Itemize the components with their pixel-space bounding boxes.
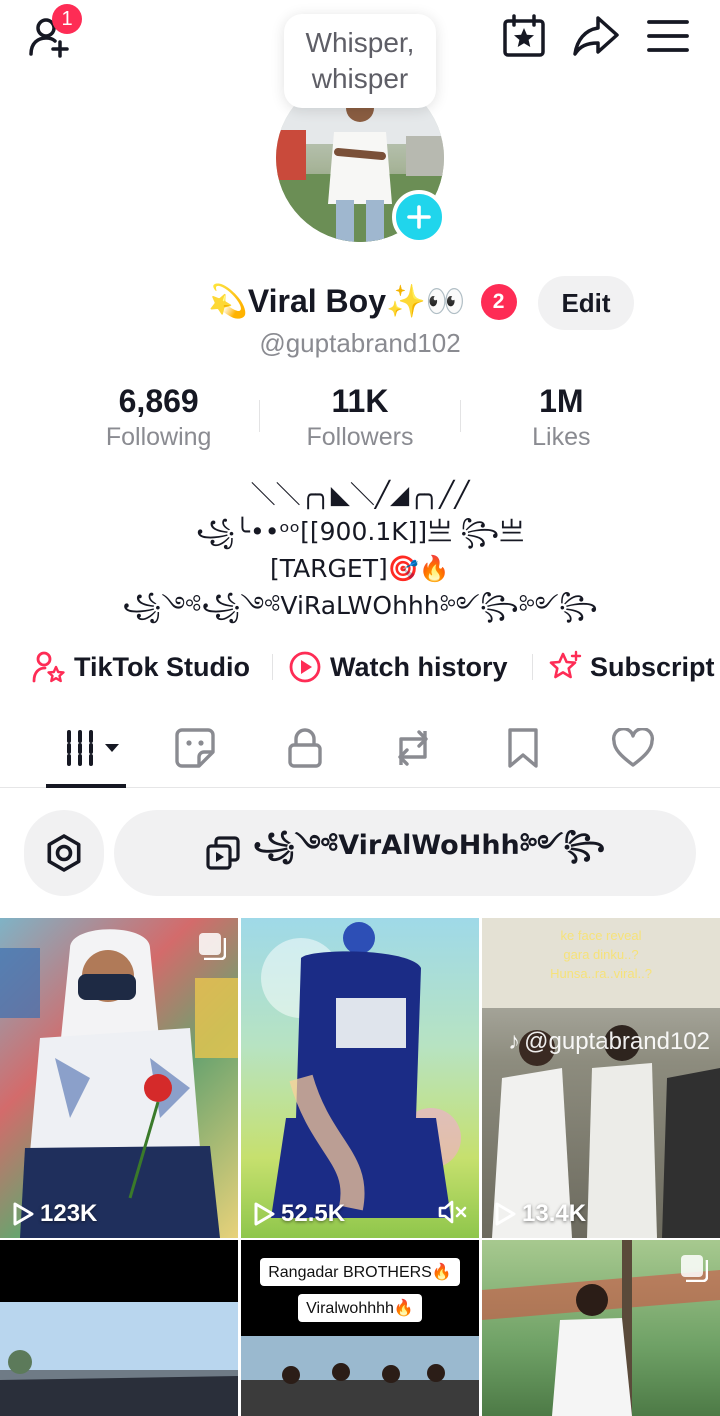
followers-count: 11K: [331, 383, 389, 419]
video-thumbnail[interactable]: [482, 1240, 720, 1416]
video-thumbnail[interactable]: Rangadar BROTHERS🔥 Viralwohhhh🔥: [241, 1240, 479, 1416]
tiktok-note-icon: ♪: [508, 1028, 521, 1055]
heart-icon: [611, 728, 655, 767]
add-avatar-story-button[interactable]: [392, 190, 446, 244]
active-tab-indicator: [46, 784, 126, 788]
play-outline-icon: [254, 1202, 275, 1226]
subscription-shortcut[interactable]: Subscript: [548, 644, 715, 690]
tab-stickers[interactable]: [140, 708, 250, 788]
grid-videos-icon: [67, 730, 119, 766]
thumbnail-image: [261, 922, 461, 1218]
playlist-filter-row: ꧁༺VirAlWoHhh༻꧂: [0, 808, 720, 898]
watch-history-shortcut[interactable]: Watch history: [288, 644, 508, 690]
display-name: 💫Viral Boy✨👀 2: [208, 282, 517, 320]
video-thumbnail[interactable]: 52.5K: [241, 918, 479, 1238]
menu-button[interactable]: [640, 8, 696, 64]
multi-photo-icon: [681, 1255, 708, 1282]
playlist-chip[interactable]: ꧁༺VirAlWoHhh༻꧂: [114, 810, 696, 896]
tab-private[interactable]: [250, 708, 360, 788]
hamburger-menu-icon: [647, 20, 689, 52]
view-count: 123K: [12, 1200, 97, 1228]
content-tabs: [0, 708, 720, 788]
profile-shortcuts: TikTok Studio Watch history Subscript: [0, 644, 720, 690]
tiktok-watermark: ♪ @guptabrand102: [508, 1028, 710, 1055]
watch-history-label: Watch history: [330, 651, 508, 682]
star-sparkle-icon: [549, 650, 582, 679]
lock-icon: [288, 728, 322, 768]
username-handle: @guptabrand102: [259, 328, 461, 358]
playlist-label: ꧁༺VirAlWoHhh༻꧂: [252, 830, 606, 861]
play-outline-icon: [13, 1202, 34, 1226]
tab-favorites[interactable]: [468, 708, 578, 788]
calendar-star-icon: [503, 14, 545, 57]
likes-stat[interactable]: 1M Likes: [461, 380, 662, 456]
muted-speaker-icon: [438, 1200, 467, 1224]
tab-reposts[interactable]: [358, 708, 468, 788]
likes-label: Likes: [532, 423, 591, 451]
play-outline-icon: [495, 1202, 516, 1226]
play-circle-icon: [289, 651, 321, 683]
tiktok-studio-shortcut[interactable]: TikTok Studio: [32, 644, 250, 690]
video-thumbnail[interactable]: ke face reveal gara dinku..? Hunsa..ra..…: [482, 918, 720, 1238]
multi-photo-icon: [199, 933, 226, 960]
share-profile-button[interactable]: [568, 8, 624, 64]
following-count: 6,869: [118, 383, 199, 419]
whisper-line-1: Whisper,: [305, 27, 415, 58]
edit-profile-button[interactable]: Edit: [538, 276, 634, 330]
thumbnail-image: [0, 1302, 238, 1416]
whisper-line-2: whisper: [311, 63, 409, 94]
name-badge: 2: [480, 284, 517, 320]
playlist-stack-icon: [206, 836, 240, 870]
stat-divider: [460, 400, 461, 432]
profile-name-row: 💫Viral Boy✨👀 2 Edit: [0, 276, 720, 332]
studio-person-star-icon: [32, 651, 65, 683]
profile-stats: 6,869 Following 11K Followers 1M Likes: [58, 380, 662, 456]
bio-line: ＼＼╭╮◣＼╱◢╭╮╱╱: [250, 480, 470, 509]
tiktok-studio-label: TikTok Studio: [74, 651, 251, 682]
view-count: 13.4K: [494, 1200, 586, 1228]
shortcut-divider: [272, 654, 273, 680]
share-arrow-icon: [573, 16, 619, 56]
followers-label: Followers: [306, 423, 414, 451]
add-friends-button[interactable]: 1: [22, 4, 82, 64]
sticker-face-icon: [175, 728, 215, 768]
calendar-events-button[interactable]: [496, 8, 552, 64]
gear-icon: [47, 834, 81, 872]
filter-settings-button[interactable]: [24, 810, 104, 896]
likes-count: 1M: [539, 383, 584, 419]
video-thumbnail[interactable]: 123K: [0, 918, 238, 1238]
repost-icon: [398, 730, 428, 766]
bookmark-icon: [508, 728, 538, 768]
bio-line: [TARGET]🎯🔥: [269, 554, 450, 583]
bio-line: ꧁╰••ᵒᵒ[[900.1K]]亗 ꧂亗: [195, 517, 525, 546]
tab-liked[interactable]: [578, 708, 688, 788]
bio-line: ꧁༺꧁༺ViRaLWOhhh༻꧂༻꧂: [122, 591, 598, 620]
video-overlay-caption: ke face reveal gara dinku..? Hunsa..ra..…: [550, 928, 652, 981]
subscription-label: Subscript: [590, 651, 715, 682]
view-count: 52.5K: [253, 1200, 345, 1228]
plus-icon: [407, 205, 431, 229]
video-thumbnail[interactable]: [0, 1240, 238, 1416]
thumbnail-image: [0, 929, 238, 1238]
video-overlay-caption: Rangadar BROTHERS🔥 Viralwohhhh🔥: [241, 1258, 479, 1322]
friend-request-badge: 1: [52, 4, 82, 34]
video-grid: 123K 52.5K ke face reveal gara dinku..? …: [0, 918, 720, 1416]
stat-divider: [259, 400, 260, 432]
profile-bio[interactable]: ＼＼╭╮◣＼╱◢╭╮╱╱ ꧁╰••ᵒᵒ[[900.1K]]亗 ꧂亗 [TARGE…: [0, 476, 720, 624]
whisper-note-bubble[interactable]: Whisper, whisper: [284, 14, 436, 108]
tab-videos[interactable]: [40, 708, 150, 788]
shortcut-divider: [532, 654, 533, 680]
followers-stat[interactable]: 11K Followers: [259, 380, 460, 456]
following-label: Following: [105, 423, 212, 451]
following-stat[interactable]: 6,869 Following: [58, 380, 259, 456]
